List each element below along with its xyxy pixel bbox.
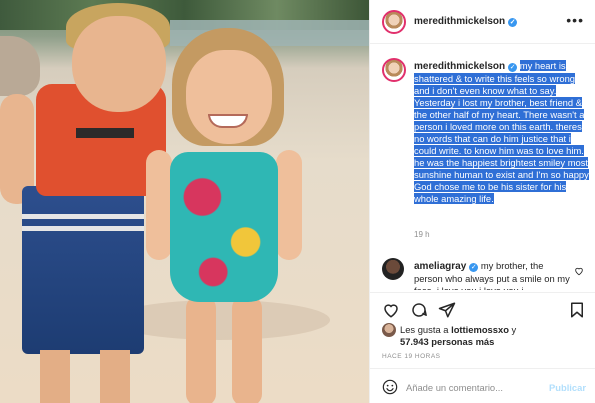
girl-arm	[276, 150, 302, 260]
rock	[0, 36, 40, 96]
commenter-username[interactable]: ameliagray	[414, 261, 466, 272]
caption-author[interactable]: meredithmickelson	[414, 61, 505, 72]
author-avatar[interactable]	[382, 10, 406, 34]
like-heart-icon[interactable]	[382, 301, 400, 319]
more-options-icon[interactable]: •••	[566, 12, 584, 28]
share-paper-plane-icon[interactable]	[438, 301, 456, 319]
post-photo[interactable]	[0, 0, 369, 403]
caption-author-avatar[interactable]	[382, 58, 406, 82]
girl-arm	[146, 150, 172, 260]
boy-leg	[100, 350, 130, 403]
girl-leg	[232, 296, 262, 403]
author-username[interactable]: meredithmickelson ✓	[414, 16, 518, 27]
boy-shorts	[22, 186, 144, 354]
caption-body: my heart is shattered & to write this fe…	[414, 60, 589, 204]
publish-button[interactable]: Publicar	[549, 382, 586, 393]
emoji-icon[interactable]	[382, 379, 398, 395]
comment-bubble-icon[interactable]	[410, 301, 428, 319]
caption-text: meredithmickelson ✓ my heart is shattered…	[414, 60, 592, 205]
save-bookmark-icon[interactable]	[568, 301, 586, 319]
comment-text: ameliagray ✓ my brother, the person who a…	[414, 260, 570, 290]
likes-suffix: y	[511, 324, 517, 335]
comment-item: ameliagray ✓ my brother, the person who a…	[370, 256, 595, 290]
post-header: meredithmickelson ✓ •••	[370, 0, 595, 44]
girl-leg	[186, 296, 216, 403]
girl-face	[186, 50, 272, 144]
likes-count[interactable]: 57.943 personas más	[400, 336, 494, 347]
comment-input[interactable]	[406, 378, 546, 396]
boy-face	[72, 16, 166, 112]
liker-username[interactable]: lottiemossxo	[451, 324, 509, 335]
girl-swimsuit	[170, 152, 278, 302]
liker-avatar[interactable]	[382, 323, 396, 337]
likes-prefix: Les gusta a	[400, 324, 449, 335]
likes-text[interactable]: Les gusta a lottiemossxo y 57.943 person…	[400, 324, 590, 348]
author-username-text[interactable]: meredithmickelson	[414, 16, 505, 27]
caption-timestamp[interactable]: 19 h	[414, 230, 430, 239]
verified-icon: ✓	[469, 263, 479, 272]
comment-like-icon[interactable]	[574, 266, 584, 276]
post-time-ago[interactable]: HACE 19 HORAS	[382, 353, 441, 360]
verified-icon: ✓	[508, 18, 518, 27]
add-comment-bar: Publicar	[370, 368, 595, 403]
verified-icon: ✓	[508, 63, 518, 72]
action-bar	[370, 292, 595, 324]
post-side-panel: meredithmickelson ✓ ••• meredithmickelson…	[369, 0, 595, 403]
commenter-avatar[interactable]	[382, 258, 404, 280]
boy-leg	[40, 350, 70, 403]
